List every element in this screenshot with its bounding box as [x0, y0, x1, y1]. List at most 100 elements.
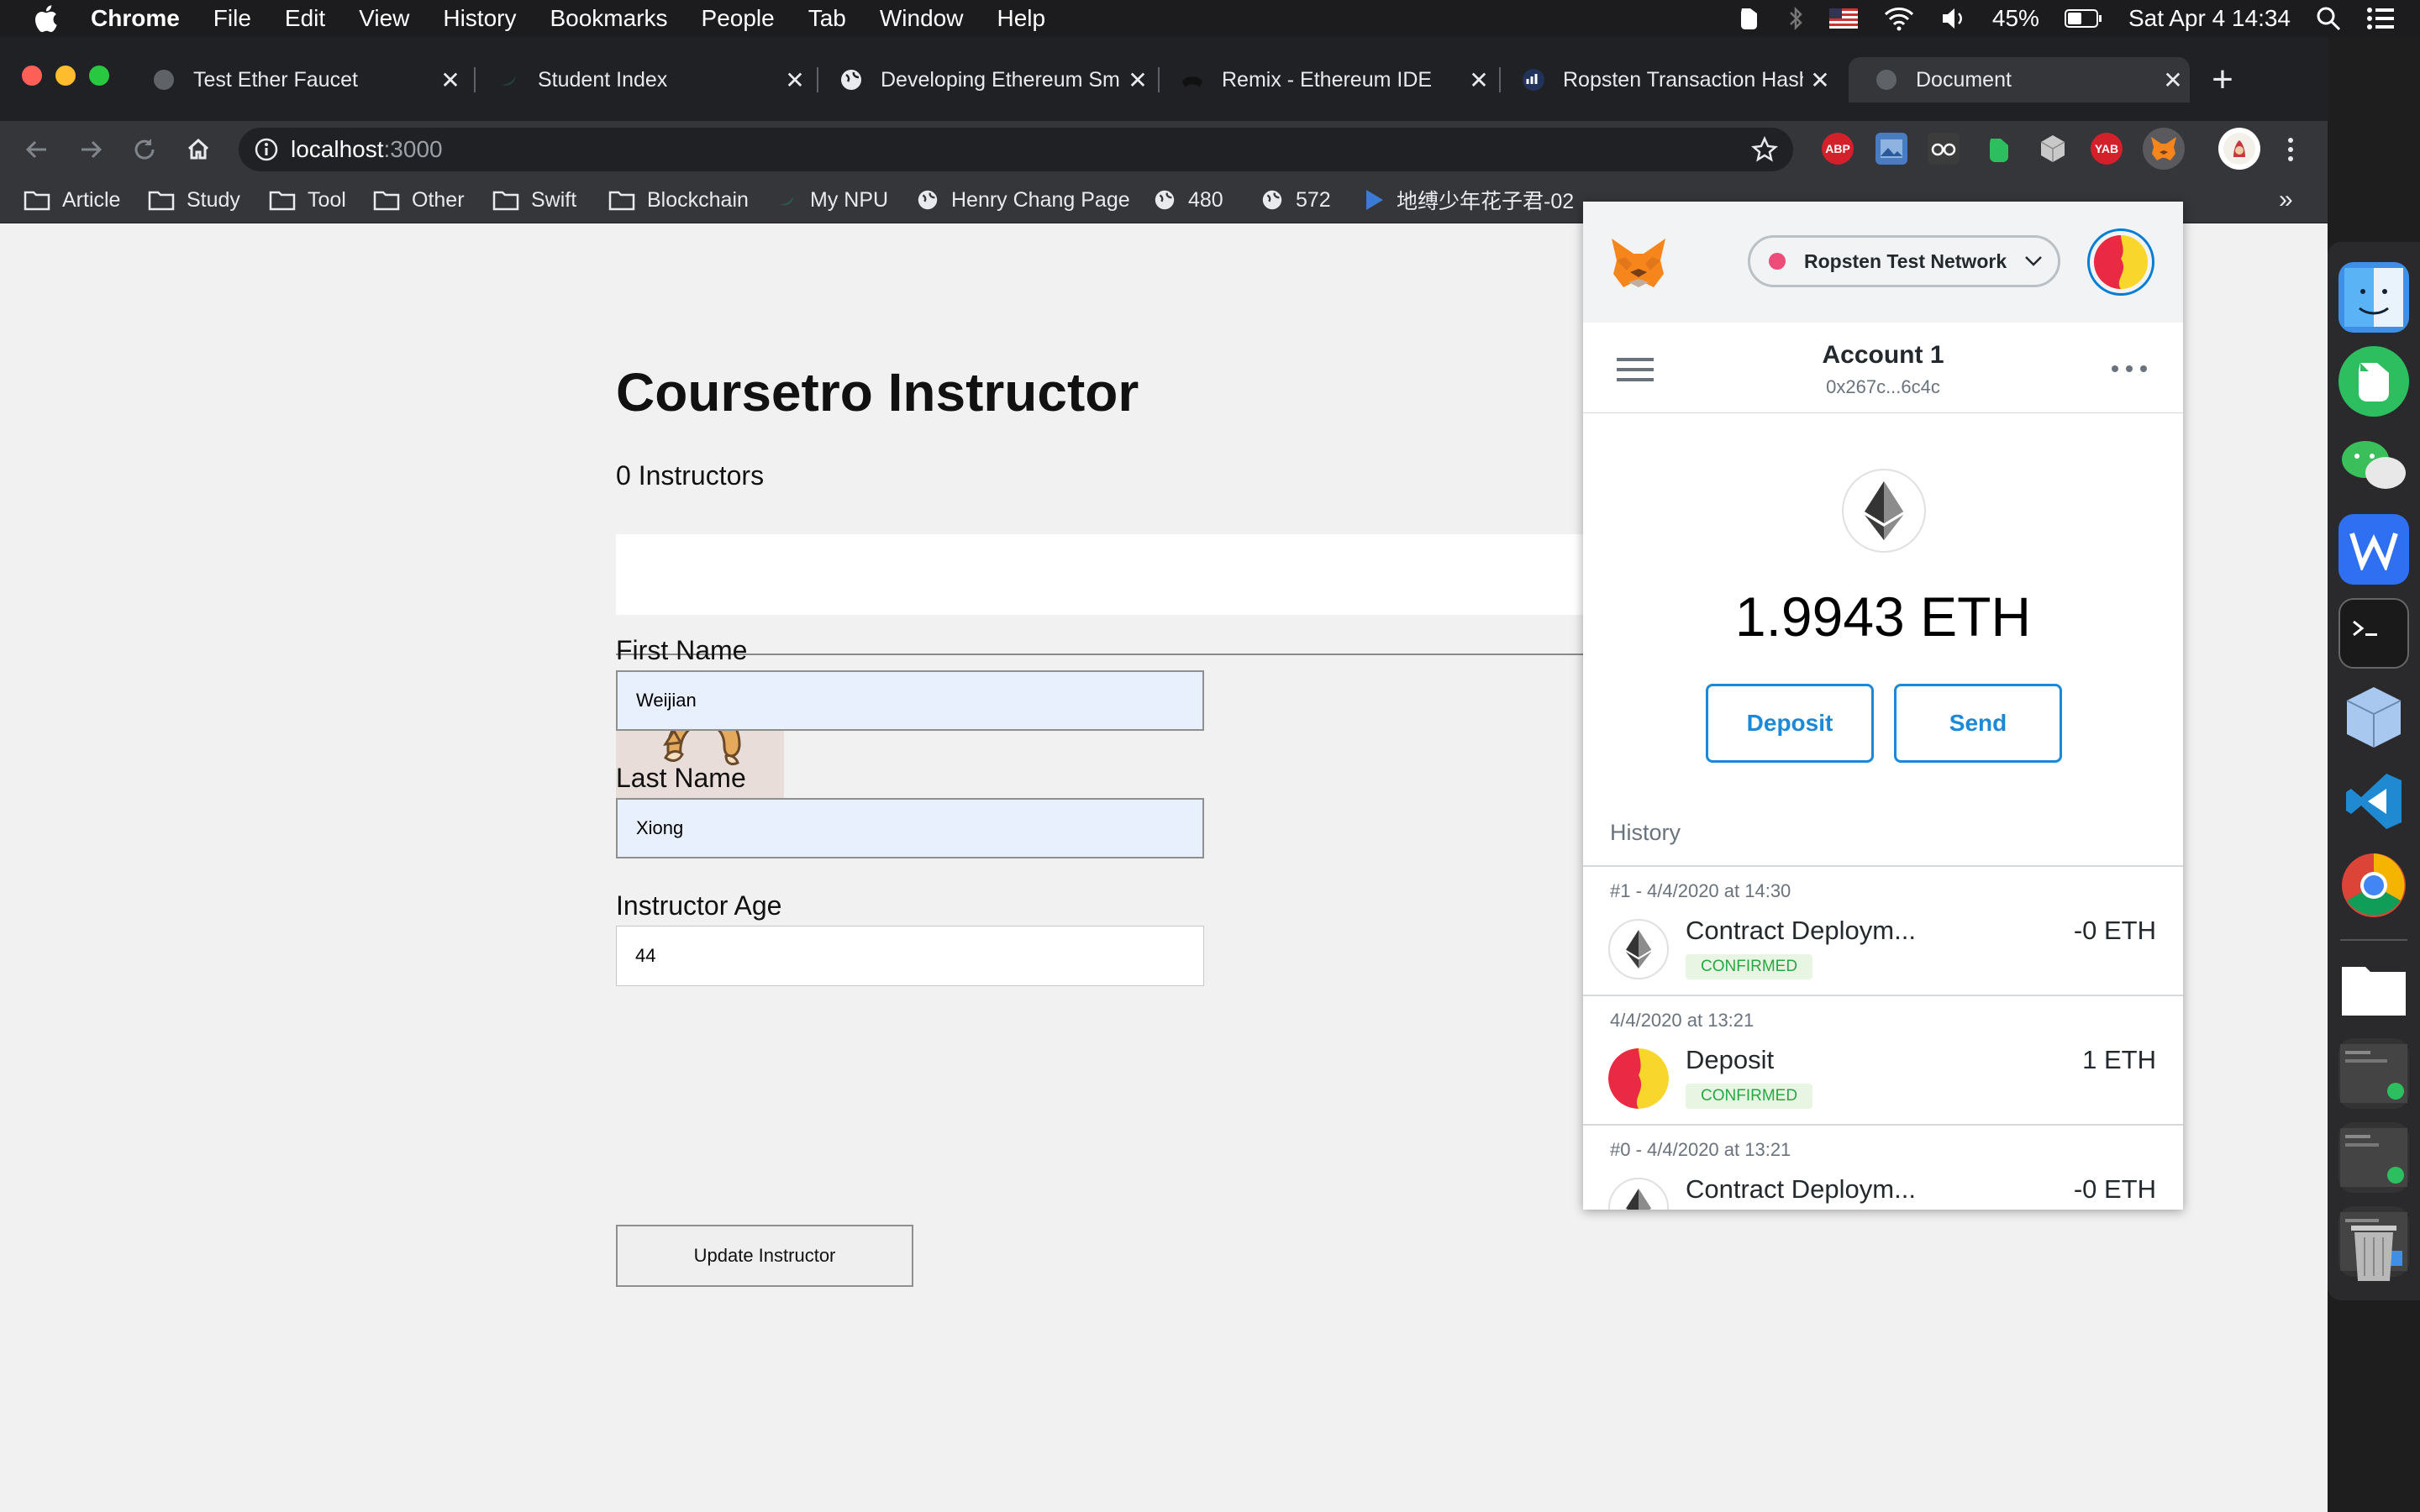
menu-window[interactable]: Window: [880, 5, 964, 32]
reload-icon: [134, 139, 155, 160]
reload-button[interactable]: [126, 131, 163, 168]
bookmark-henry-chang-page[interactable]: Henry Chang Page: [916, 176, 1130, 223]
menu-file[interactable]: File: [213, 5, 251, 32]
dock-evernote[interactable]: [2338, 346, 2409, 417]
evernote-status-icon[interactable]: [1737, 5, 1762, 32]
dock-documents-folder[interactable]: [2338, 954, 2409, 1025]
tab-close-icon[interactable]: ✕: [1121, 66, 1155, 94]
dock-window-thumbnail[interactable]: [2338, 1038, 2409, 1109]
send-button[interactable]: Send: [1894, 684, 2062, 763]
info-icon[interactable]: [254, 137, 279, 162]
last-name-input[interactable]: [616, 798, 1204, 858]
folder-icon: [492, 191, 519, 211]
tab-close-icon[interactable]: ✕: [434, 66, 467, 94]
bookmark-star-icon[interactable]: [1751, 136, 1778, 163]
transaction-icon: [1608, 1048, 1669, 1109]
menu-people[interactable]: People: [702, 5, 775, 32]
bookmark-my-npu[interactable]: My NPU: [775, 176, 888, 223]
deposit-button[interactable]: Deposit: [1706, 684, 1874, 763]
spotlight-search-icon[interactable]: [2316, 6, 2341, 31]
window-zoom-button[interactable]: [89, 66, 109, 86]
yab-extension[interactable]: YAB: [2091, 133, 2123, 165]
volume-icon[interactable]: [1940, 6, 1967, 31]
tab-remix-ide[interactable]: Remix - Ethereum IDE ✕: [1155, 57, 1496, 102]
menu-bookmarks[interactable]: Bookmarks: [550, 5, 667, 32]
bookmark-anime-episode[interactable]: 地缚少年花子君-02: [1363, 176, 1574, 223]
cube-extension-icon[interactable]: [2037, 133, 2069, 165]
arrow-left-icon: [25, 140, 46, 159]
bookmark-572[interactable]: 572: [1260, 176, 1331, 223]
dock-virtualbox[interactable]: [2338, 682, 2409, 753]
network-selector[interactable]: Ropsten Test Network: [1748, 235, 2060, 287]
bookmark-480[interactable]: 480: [1153, 176, 1223, 223]
image-extension-icon[interactable]: [1876, 133, 1907, 165]
bookmark-folder-study[interactable]: Study: [148, 176, 240, 223]
menu-history[interactable]: History: [443, 5, 516, 32]
folder-icon: [24, 191, 50, 211]
bluetooth-icon[interactable]: [1787, 5, 1804, 32]
apple-menu-icon[interactable]: [0, 4, 91, 33]
tab-ropsten-transaction[interactable]: Ropsten Transaction Hash ✕: [1496, 57, 1837, 102]
dock-trash[interactable]: [2338, 1216, 2409, 1287]
metamask-extension-button[interactable]: [2143, 128, 2185, 170]
bookmark-folder-blockchain[interactable]: Blockchain: [608, 176, 749, 223]
account-address[interactable]: 0x267c...6c4c: [1583, 376, 2183, 398]
tab-close-icon[interactable]: ✕: [778, 66, 812, 94]
bookmark-folder-article[interactable]: Article: [24, 176, 120, 223]
wifi-icon[interactable]: [1883, 6, 1915, 31]
address-bar[interactable]: localhost:3000: [239, 128, 1793, 171]
menu-view[interactable]: View: [359, 5, 409, 32]
tab-developing-ethereum[interactable]: Developing Ethereum Sma ✕: [813, 57, 1155, 102]
instructor-age-input[interactable]: [616, 926, 1204, 986]
menu-edit[interactable]: Edit: [285, 5, 325, 32]
account-identicon-button[interactable]: [2087, 228, 2154, 296]
bookmark-folder-other[interactable]: Other: [373, 176, 465, 223]
dock-window-thumbnail[interactable]: [2338, 1122, 2409, 1193]
moon-favicon-icon: [501, 76, 516, 86]
bookmarks-overflow-button[interactable]: »: [2279, 176, 2293, 223]
eth-balance-icon: [1842, 469, 1926, 553]
window-minimize-button[interactable]: [55, 66, 76, 86]
dock-chrome[interactable]: [2338, 850, 2409, 921]
menu-app-chrome[interactable]: Chrome: [91, 5, 180, 32]
menu-tab[interactable]: Tab: [808, 5, 846, 32]
dock-wechat[interactable]: [2338, 430, 2409, 501]
transaction-item[interactable]: 4/4/2020 at 13:21 Deposit CONFIRMED 1 ET…: [1583, 996, 2183, 1126]
dock-wps[interactable]: [2338, 514, 2409, 585]
tab-student-index[interactable]: Student Index ✕: [471, 57, 812, 102]
battery-icon[interactable]: [2064, 8, 2103, 29]
back-button[interactable]: [18, 131, 55, 168]
evernote-icon: [2359, 363, 2389, 402]
input-source-flag-icon[interactable]: [1828, 8, 1858, 29]
dock-terminal[interactable]: [2338, 598, 2409, 669]
dock-vscode[interactable]: [2338, 766, 2409, 837]
forward-button[interactable]: [72, 131, 109, 168]
update-instructor-button[interactable]: Update Instructor: [616, 1225, 913, 1287]
first-name-input[interactable]: [616, 670, 1204, 731]
tab-test-ether-faucet[interactable]: Test Ether Faucet ✕: [126, 57, 467, 102]
tab-close-icon[interactable]: ✕: [1803, 66, 1837, 94]
transaction-icon: [1608, 919, 1669, 979]
chrome-menu-button[interactable]: [2272, 131, 2309, 168]
dock-finder[interactable]: [2338, 262, 2409, 333]
transaction-item[interactable]: #1 - 4/4/2020 at 14:30 Contract Deploym.…: [1583, 867, 2183, 996]
glasses-extension-icon[interactable]: [1928, 133, 1960, 165]
menu-help[interactable]: Help: [997, 5, 1045, 32]
url-port: :3000: [383, 136, 443, 162]
window-close-button[interactable]: [22, 66, 42, 86]
more-options-icon[interactable]: [2111, 365, 2148, 373]
transaction-item[interactable]: #0 - 4/4/2020 at 13:21 Contract Deploym.…: [1583, 1126, 2183, 1210]
account-name[interactable]: Account 1: [1583, 341, 2183, 370]
bookmark-folder-tool[interactable]: Tool: [269, 176, 346, 223]
bookmark-folder-swift[interactable]: Swift: [492, 176, 576, 223]
menu-bar-clock[interactable]: Sat Apr 4 14:34: [2128, 5, 2291, 32]
notification-center-icon[interactable]: [2366, 7, 2395, 30]
tab-document[interactable]: Document ✕: [1849, 57, 2190, 102]
adblock-plus-extension[interactable]: ABP: [1822, 133, 1854, 165]
home-button[interactable]: [180, 131, 217, 168]
tab-close-icon[interactable]: ✕: [1462, 66, 1496, 94]
evernote-extension-icon[interactable]: [1983, 133, 2015, 165]
new-tab-button[interactable]: +: [2202, 59, 2244, 101]
profile-avatar[interactable]: [2218, 128, 2260, 170]
tab-close-icon[interactable]: ✕: [2156, 66, 2190, 94]
